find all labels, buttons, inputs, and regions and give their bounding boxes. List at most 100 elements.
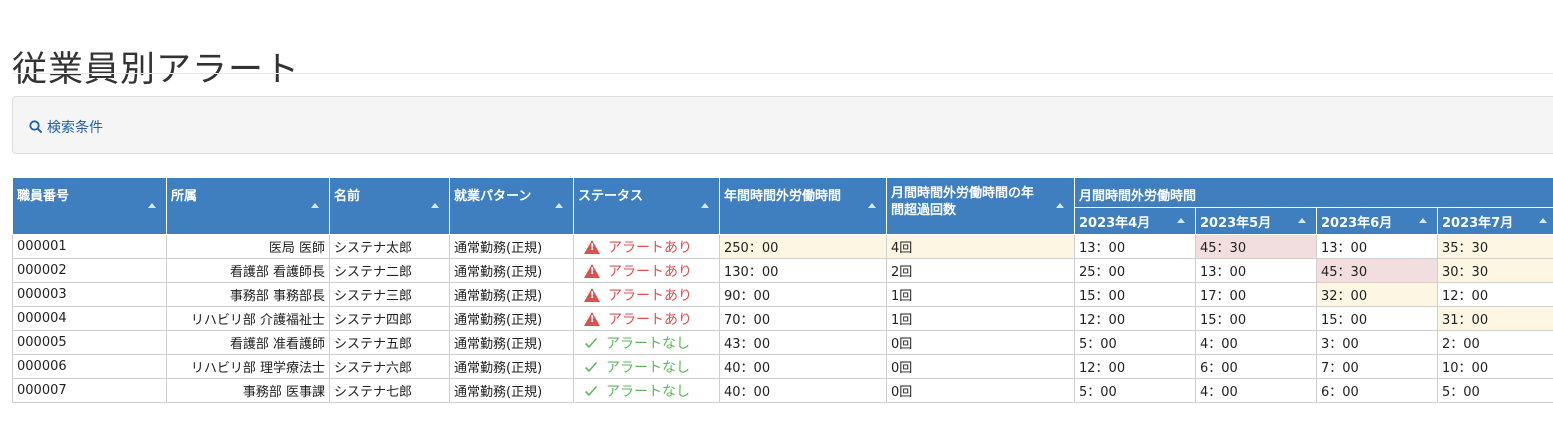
cell-staff-no: 000002	[12, 258, 167, 283]
cell-pattern: 通常勤務(正規)	[449, 258, 574, 283]
sort-icon[interactable]	[1177, 218, 1185, 223]
cell-name: システナ五郎	[329, 330, 450, 355]
cell-staff-no: 000006	[12, 354, 167, 379]
cell-status: アラートなし	[573, 330, 720, 355]
sort-icon[interactable]	[868, 203, 876, 208]
cell-month-ot: 45：30	[1195, 234, 1317, 259]
table-row[interactable]: 000001医局 医師システナ太郎通常勤務(正規)アラートあり250：004回1…	[12, 234, 1553, 259]
sort-icon[interactable]	[148, 203, 156, 208]
sort-icon[interactable]	[431, 203, 439, 208]
status-alert: アラートあり	[578, 285, 715, 305]
cell-monthly-exceed: 1回	[886, 282, 1075, 307]
month-label: 2023年5月	[1200, 215, 1272, 231]
cell-month-ot: 5：00	[1074, 330, 1196, 355]
search-conditions-toggle[interactable]: 検索条件	[29, 117, 103, 137]
cell-monthly-exceed: 0回	[886, 354, 1075, 379]
cell-status: アラートあり	[573, 282, 720, 307]
cell-monthly-exceed: 0回	[886, 330, 1075, 355]
column-header-month[interactable]: 2023年7月	[1436, 207, 1553, 235]
cell-monthly-exceed: 1回	[886, 306, 1075, 331]
cell-pattern: 通常勤務(正規)	[449, 306, 574, 331]
cell-staff-no: 000003	[12, 282, 167, 307]
cell-name: システナ四郎	[329, 306, 450, 331]
cell-month-ot: 5：00	[1436, 378, 1553, 403]
table-row[interactable]: 000005 看護部 准看護師 システナ五郎 通常勤務(正規) アラートなし 43：00 0…	[12, 330, 1553, 355]
warning-icon	[584, 287, 600, 302]
sort-icon[interactable]	[1539, 218, 1548, 223]
status-label: アラートあり	[608, 287, 692, 304]
cell-annual-ot: 130：00	[719, 258, 887, 283]
table-row[interactable]: 000003事務部 事務部長システナ三郎通常勤務(正規) アラートあり 90：001…	[12, 282, 1553, 307]
sort-icon[interactable]	[1298, 218, 1306, 223]
cell-status: アラートあり	[573, 306, 720, 331]
column-header-annual-ot[interactable]: 年間時間外労働時間	[719, 177, 887, 235]
column-group-monthly-ot: 月間時間外労働時間	[1073, 177, 1553, 208]
column-header-name[interactable]: 名前	[329, 177, 450, 235]
status-label: アラートなし	[606, 359, 690, 376]
table-row[interactable]: 000007 事務部 医事課 システナ七郎 通常勤務(正規) アラートなし 40：00 0回…	[12, 378, 1553, 403]
sort-icon[interactable]	[311, 203, 319, 208]
cell-month-ot: 13：00	[1074, 234, 1196, 259]
column-header-month[interactable]: 2023年6月	[1316, 207, 1438, 235]
cell-month-ot: 4：00	[1195, 330, 1317, 355]
cell-annual-ot: 40：00	[719, 378, 887, 403]
cell-pattern: 通常勤務(正規)	[449, 330, 574, 355]
cell-month-ot: 5：00	[1074, 378, 1196, 403]
cell-dept: 事務部 医事課	[166, 378, 330, 403]
cell-monthly-exceed: 0回	[886, 378, 1075, 403]
sort-icon[interactable]	[1419, 218, 1427, 223]
sort-icon[interactable]	[555, 203, 563, 208]
column-header-monthly-exceed[interactable]: 月間時間外労働時間の年間超過回数	[886, 177, 1075, 235]
cell-month-ot: 13：00	[1195, 258, 1317, 283]
check-icon	[584, 337, 598, 349]
cell-dept: 医局 医師	[166, 234, 330, 259]
cell-status: アラートあり	[573, 258, 720, 283]
table-row[interactable]: 000006 リハビリ部 理学療法士 システナ六郎 通常勤務(正規) アラートなし 40：…	[12, 354, 1553, 379]
cell-dept: 看護部 看護師長	[166, 258, 330, 283]
column-header-dept[interactable]: 所属	[166, 177, 330, 235]
column-header-status[interactable]: ステータス	[573, 177, 720, 235]
status-ok: アラートなし	[578, 381, 715, 401]
column-header-month[interactable]: 2023年5月	[1195, 207, 1317, 235]
status-label: アラートあり	[608, 311, 692, 328]
cell-name: システナ太郎	[329, 234, 450, 259]
cell-name: システナ三郎	[329, 282, 450, 307]
status-ok: アラートなし	[578, 333, 715, 353]
status-label: アラートあり	[608, 263, 692, 280]
cell-month-ot: 35：30	[1436, 234, 1553, 259]
search-panel: 検索条件	[12, 96, 1553, 154]
cell-status: アラートあり	[573, 234, 720, 259]
cell-annual-ot: 90：00	[719, 282, 887, 307]
status-label: アラートなし	[606, 335, 690, 352]
sort-icon[interactable]	[1056, 203, 1064, 208]
cell-month-ot: 6：00	[1195, 354, 1317, 379]
cell-month-ot: 45：30	[1316, 258, 1438, 283]
check-icon	[584, 361, 598, 373]
month-label: 2023年6月	[1321, 215, 1393, 231]
cell-name: システナ七郎	[329, 378, 450, 403]
sort-icon[interactable]	[701, 203, 709, 208]
cell-month-ot: 2：00	[1436, 330, 1553, 355]
cell-dept: 事務部 事務部長	[166, 282, 330, 307]
status-label: アラートなし	[606, 383, 690, 400]
cell-annual-ot: 250：00	[719, 234, 887, 259]
cell-name: システナ六郎	[329, 354, 450, 379]
cell-month-ot: 32：00	[1316, 282, 1438, 307]
table-row[interactable]: 000002看護部 看護師長システナ二郎通常勤務(正規) アラートあり 130：00…	[12, 258, 1553, 283]
cell-pattern: 通常勤務(正規)	[449, 282, 574, 307]
column-header-staff-no[interactable]: 職員番号	[12, 177, 167, 235]
cell-dept: リハビリ部 介護福祉士	[166, 306, 330, 331]
cell-dept: 看護部 准看護師	[166, 330, 330, 355]
cell-pattern: 通常勤務(正規)	[449, 378, 574, 403]
cell-month-ot: 7：00	[1316, 354, 1438, 379]
cell-month-ot: 13：00	[1316, 234, 1438, 259]
cell-staff-no: 000007	[12, 378, 167, 403]
cell-pattern: 通常勤務(正規)	[449, 234, 574, 259]
month-label: 2023年7月	[1442, 215, 1514, 231]
table-row[interactable]: 000004リハビリ部 介護福祉士システナ四郎通常勤務(正規) アラートあり 70：…	[12, 306, 1553, 331]
cell-month-ot: 15：00	[1316, 306, 1438, 331]
column-header-pattern[interactable]: 就業パターン	[449, 177, 574, 235]
cell-month-ot: 31：00	[1436, 306, 1553, 331]
cell-monthly-exceed: 4回	[886, 234, 1075, 259]
column-header-month[interactable]: 2023年4月	[1074, 207, 1196, 235]
